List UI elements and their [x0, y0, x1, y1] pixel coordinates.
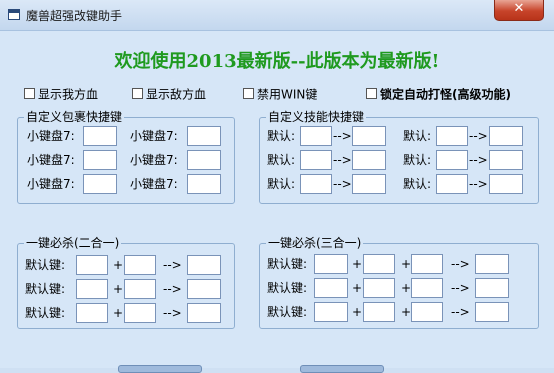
combo-key-input[interactable]	[76, 303, 108, 323]
plus-label: +	[113, 306, 124, 320]
inventory-key-input[interactable]	[187, 174, 221, 194]
combo-key-input[interactable]	[363, 254, 395, 274]
arrow-label: -->	[451, 257, 470, 271]
arrow-label: -->	[333, 177, 352, 191]
checkbox-box[interactable]	[243, 88, 254, 99]
skill-mapped-input[interactable]	[489, 174, 523, 194]
default-key-label: 默认键:	[25, 258, 66, 272]
arrow-label: -->	[163, 306, 182, 320]
inventory-key-input[interactable]	[187, 126, 221, 146]
plus-label: +	[352, 281, 363, 295]
plus-label: +	[401, 257, 412, 271]
combo-key-input[interactable]	[411, 278, 443, 298]
combo-key-input[interactable]	[124, 279, 156, 299]
skill-default-input[interactable]	[436, 174, 468, 194]
arrow-label: -->	[451, 305, 470, 319]
default-key-label: 默认键:	[25, 282, 66, 296]
skill-mapped-input[interactable]	[352, 126, 386, 146]
close-button[interactable]: ✕	[494, 0, 544, 21]
checkbox-box[interactable]	[366, 88, 377, 99]
default-label: 默认:	[267, 153, 296, 167]
plus-label: +	[352, 305, 363, 319]
default-label: 默认:	[403, 153, 432, 167]
combo-key-input[interactable]	[314, 302, 348, 322]
numpad-label: 小键盘7:	[130, 153, 178, 167]
inventory-key-input[interactable]	[187, 150, 221, 170]
combo-result-input[interactable]	[475, 278, 509, 298]
combo-result-input[interactable]	[187, 279, 221, 299]
app-icon	[8, 9, 20, 20]
arrow-label: -->	[469, 129, 488, 143]
auto-attack-lock-checkbox[interactable]: 锁定自动打怪(高级功能)	[366, 86, 511, 102]
skill-mapped-input[interactable]	[489, 126, 523, 146]
arrow-label: -->	[163, 282, 182, 296]
combo-key-input[interactable]	[411, 254, 443, 274]
combo-result-input[interactable]	[475, 302, 509, 322]
default-label: 默认:	[267, 177, 296, 191]
plus-label: +	[352, 257, 363, 271]
combo-key-input[interactable]	[76, 255, 108, 275]
default-label: 默认:	[403, 177, 432, 191]
plus-label: +	[401, 305, 412, 319]
plus-label: +	[113, 282, 124, 296]
numpad-label: 小键盘7:	[27, 153, 75, 167]
bottom-button[interactable]	[300, 365, 384, 373]
default-key-label: 默认键:	[25, 306, 66, 320]
skill-mapped-input[interactable]	[489, 150, 523, 170]
combo-key-input[interactable]	[314, 254, 348, 274]
combo-result-input[interactable]	[187, 255, 221, 275]
default-label: 默认:	[403, 129, 432, 143]
plus-label: +	[401, 281, 412, 295]
window-title: 魔兽超强改键助手	[26, 9, 123, 23]
skill-default-input[interactable]	[300, 150, 332, 170]
arrow-label: -->	[163, 258, 182, 272]
arrow-label: -->	[333, 129, 352, 143]
numpad-label: 小键盘7:	[130, 129, 178, 143]
combo-result-input[interactable]	[475, 254, 509, 274]
combo-key-input[interactable]	[124, 255, 156, 275]
skill-default-input[interactable]	[300, 174, 332, 194]
group-title: 自定义包裹快捷键	[24, 109, 125, 125]
arrow-label: -->	[451, 281, 470, 295]
numpad-label: 小键盘7:	[27, 177, 75, 191]
show-own-hp-checkbox[interactable]: 显示我方血	[24, 86, 98, 102]
inventory-key-input[interactable]	[83, 126, 117, 146]
combo-key-input[interactable]	[411, 302, 443, 322]
checkbox-box[interactable]	[24, 88, 35, 99]
inventory-key-input[interactable]	[83, 174, 117, 194]
combo-key-input[interactable]	[363, 278, 395, 298]
group-title: 一键必杀(三合一)	[266, 235, 364, 251]
default-key-label: 默认键:	[267, 281, 308, 295]
default-key-label: 默认键:	[267, 305, 308, 319]
welcome-banner: 欢迎使用2013最新版--此版本为最新版!	[114, 51, 440, 72]
combo-key-input[interactable]	[363, 302, 395, 322]
default-key-label: 默认键:	[267, 257, 308, 271]
combo-key-input[interactable]	[124, 303, 156, 323]
skill-mapped-input[interactable]	[352, 174, 386, 194]
arrow-label: -->	[469, 153, 488, 167]
skill-mapped-input[interactable]	[352, 150, 386, 170]
group-title: 一键必杀(二合一)	[24, 235, 122, 251]
combo-key-input[interactable]	[76, 279, 108, 299]
default-label: 默认:	[267, 129, 296, 143]
numpad-label: 小键盘7:	[27, 129, 75, 143]
arrow-label: -->	[333, 153, 352, 167]
bottom-button[interactable]	[118, 365, 202, 373]
plus-label: +	[113, 258, 124, 272]
numpad-label: 小键盘7:	[130, 177, 178, 191]
disable-win-key-checkbox[interactable]: 禁用WIN键	[243, 86, 317, 102]
show-enemy-hp-checkbox[interactable]: 显示敌方血	[132, 86, 206, 102]
inventory-key-input[interactable]	[83, 150, 117, 170]
title-bar: 魔兽超强改键助手 ✕	[0, 0, 554, 31]
arrow-label: -->	[469, 177, 488, 191]
group-title: 自定义技能快捷键	[266, 109, 367, 125]
checkbox-box[interactable]	[132, 88, 143, 99]
skill-default-input[interactable]	[436, 126, 468, 146]
skill-default-input[interactable]	[300, 126, 332, 146]
combo-key-input[interactable]	[314, 278, 348, 298]
combo-result-input[interactable]	[187, 303, 221, 323]
skill-default-input[interactable]	[436, 150, 468, 170]
